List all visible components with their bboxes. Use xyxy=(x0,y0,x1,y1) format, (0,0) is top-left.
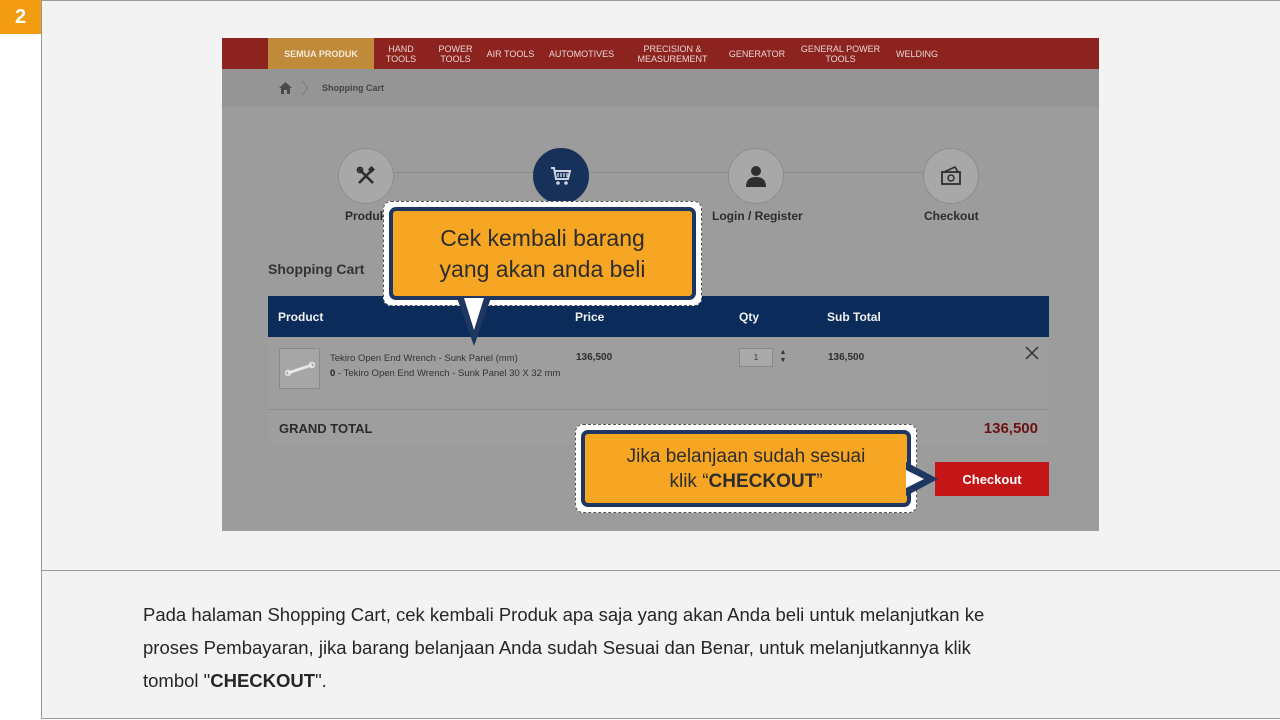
progress-line xyxy=(367,172,952,173)
step-login xyxy=(728,148,784,204)
payment-icon xyxy=(941,166,961,185)
step-produk xyxy=(338,148,394,204)
nav-item-welding[interactable]: WELDING xyxy=(887,38,947,69)
nav-item-precision-measurement[interactable]: PRECISION & MEASUREMENT xyxy=(625,38,720,69)
checkout-callout-line2: klik “CHECKOUT” xyxy=(669,470,823,492)
cart-title: Shopping Cart xyxy=(268,261,365,277)
item-price: 136,500 xyxy=(576,352,613,363)
checkout-button[interactable]: Checkout xyxy=(935,462,1049,496)
checkout-callout: Jika belanjaan sudah sesuai klik “CHECKO… xyxy=(575,424,917,513)
step-label-produk: Produk xyxy=(345,209,387,223)
cart-icon xyxy=(551,167,572,185)
col-qty: Qty xyxy=(739,310,760,324)
step-cart xyxy=(533,148,589,204)
grand-total-value: 136,500 xyxy=(983,420,1038,437)
nav-item-power-tools[interactable]: POWER TOOLS xyxy=(428,38,483,69)
qty-input[interactable]: 1 xyxy=(739,348,773,367)
nav-item-automotives[interactable]: AUTOMOTIVES xyxy=(538,38,625,69)
col-product: Product xyxy=(278,310,324,324)
review-callout-line1: Cek kembali barang xyxy=(440,224,645,251)
tutorial-slide: 2 SEMUA PRODUK HAND TOOLS POWER TOOLS AI… xyxy=(0,0,1280,720)
qty-stepper[interactable]: ▲ ▼ xyxy=(779,349,787,367)
col-price: Price xyxy=(575,310,605,324)
step-label-checkout: Checkout xyxy=(924,209,979,223)
nav-item-hand-tools[interactable]: HAND TOOLS xyxy=(374,38,428,69)
callout-pointer-right xyxy=(906,462,938,496)
nav-item-general-power-tools[interactable]: GENERAL POWER TOOLS xyxy=(794,38,887,69)
wrench-icon xyxy=(284,361,315,376)
caption-panel: Pada halaman Shopping Cart, cek kembali … xyxy=(41,571,1280,719)
user-icon xyxy=(746,166,766,187)
tools-icon xyxy=(356,166,376,184)
home-icon[interactable] xyxy=(278,81,292,95)
category-nav: SEMUA PRODUK HAND TOOLS POWER TOOLS AIR … xyxy=(222,38,1099,69)
callout-pointer-down xyxy=(457,298,491,346)
cart-table: Product Price Qty Sub Total Tekiro Open … xyxy=(268,296,1049,445)
review-callout-line2: yang akan anda beli xyxy=(439,255,646,282)
checkout-callout-line1: Jika belanjaan sudah sesuai xyxy=(626,445,866,467)
grand-total-label: GRAND TOTAL xyxy=(279,421,373,436)
instruction-caption: Pada halaman Shopping Cart, cek kembali … xyxy=(143,604,985,691)
close-icon[interactable] xyxy=(1025,346,1039,360)
item-subtotal: 136,500 xyxy=(828,352,865,363)
review-callout: Cek kembali barang yang akan anda beli xyxy=(383,201,702,306)
col-subtotal: Sub Total xyxy=(827,310,881,324)
step-number-badge: 2 xyxy=(0,0,41,34)
breadcrumb-current: Shopping Cart xyxy=(322,83,384,93)
table-row: Tekiro Open End Wrench - Sunk Panel (mm)… xyxy=(268,337,1049,410)
step-label-login: Login / Register xyxy=(712,209,803,223)
product-name[interactable]: Tekiro Open End Wrench - Sunk Panel (mm)… xyxy=(330,351,575,381)
nav-item-air-tools[interactable]: AIR TOOLS xyxy=(483,38,538,69)
nav-item-semua-produk[interactable]: SEMUA PRODUK xyxy=(268,38,374,69)
nav-item-generator[interactable]: GENERATOR xyxy=(720,38,794,69)
step-checkout xyxy=(923,148,979,204)
product-thumbnail[interactable] xyxy=(279,348,320,389)
breadcrumb: Shopping Cart xyxy=(222,69,1099,107)
chevron-right-icon xyxy=(301,80,309,96)
